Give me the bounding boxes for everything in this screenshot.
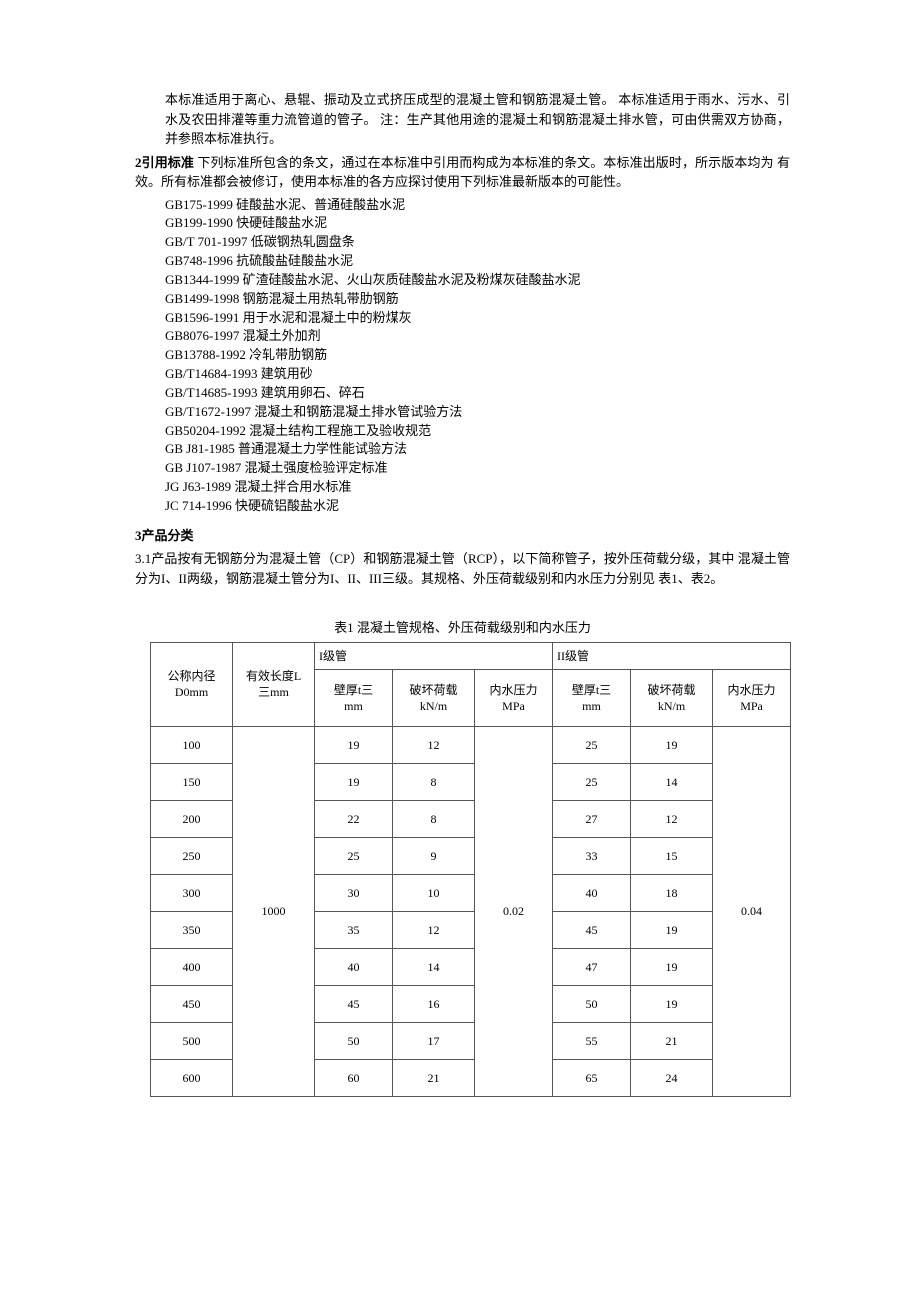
length-cell: 1000 [233, 726, 315, 1096]
standard-item: GB/T 701-1997 低碳钢热轧圆盘条 [165, 233, 790, 252]
section-2-text: 下列标准所包含的条文，通过在本标准中引用而构成为本标准的条文。本标准出版时，所示… [135, 155, 790, 190]
standard-item: GB748-1996 抗硫酸盐硅酸盐水泥 [165, 252, 790, 271]
col-wall-2: 壁厚t三 mm [553, 669, 631, 726]
group-2-head: II级管 [553, 642, 791, 669]
standard-item: JG J63-1989 混凝土拌合用水标准 [165, 478, 790, 497]
table-caption: 表1 混凝土管规格、外压荷载级别和内水压力 [135, 618, 790, 638]
spec-table: 公称内径 D0mm 有效长度L 三mm I级管 II级管 壁厚t三 mm 破坏荷… [150, 642, 791, 1097]
table-row: 100 1000 19 12 0.02 25 19 0.04 [151, 726, 791, 763]
standard-item: GB/T14684-1993 建筑用砂 [165, 365, 790, 384]
standard-item: GB1344-1999 矿渣硅酸盐水泥、火山灰质硅酸盐水泥及粉煤灰硅酸盐水泥 [165, 271, 790, 290]
col-press-1: 内水压力 MPa [475, 669, 553, 726]
standard-item: GB J81-1985 普通混凝土力学性能试验方法 [165, 440, 790, 459]
standard-item: GB1596-1991 用于水泥和混凝土中的粉煤灰 [165, 309, 790, 328]
pressure-2-cell: 0.04 [713, 726, 791, 1096]
group-1-head: I级管 [315, 642, 553, 669]
standard-item: GB199-1990 快硬硅酸盐水泥 [165, 214, 790, 233]
col-press-2: 内水压力 MPa [713, 669, 791, 726]
standard-item: GB13788-1992 冷轧带肋钢筋 [165, 346, 790, 365]
section-2: 2引用标准 下列标准所包含的条文，通过在本标准中引用而构成为本标准的条文。本标准… [135, 153, 790, 192]
section-3-text: 3.1产品按有无钢筋分为混凝土管（CP）和钢筋混凝土管（RCP），以下简称管子，… [135, 549, 790, 588]
section-2-title: 2引用标准 [135, 155, 194, 170]
standard-item: GB J107-1987 混凝土强度检验评定标准 [165, 459, 790, 478]
standard-item: JC 714-1996 快硬硫铝酸盐水泥 [165, 497, 790, 516]
standard-item: GB50204-1992 混凝土结构工程施工及验收规范 [165, 422, 790, 441]
standard-item: GB/T1672-1997 混凝土和钢筋混凝土排水管试验方法 [165, 403, 790, 422]
intro-paragraph: 本标准适用于离心、悬辊、振动及立式挤压成型的混凝土管和钢筋混凝土管。 本标准适用… [165, 90, 790, 149]
table-header-row: 公称内径 D0mm 有效长度L 三mm I级管 II级管 [151, 642, 791, 669]
col-wall-1: 壁厚t三 mm [315, 669, 393, 726]
col-diameter-head: 公称内径 D0mm [151, 642, 233, 726]
table-body: 100 1000 19 12 0.02 25 19 0.04 150 19 8 … [151, 726, 791, 1096]
standard-item: GB1499-1998 钢筋混凝土用热轧带肋钢筋 [165, 290, 790, 309]
col-load-2: 破坏荷载 kN/m [631, 669, 713, 726]
standards-list: GB175-1999 硅酸盐水泥、普通硅酸盐水泥 GB199-1990 快硬硅酸… [165, 196, 790, 516]
standard-item: GB175-1999 硅酸盐水泥、普通硅酸盐水泥 [165, 196, 790, 215]
pressure-1-cell: 0.02 [475, 726, 553, 1096]
col-load-1: 破坏荷载 kN/m [393, 669, 475, 726]
standard-item: GB/T14685-1993 建筑用卵石、碎石 [165, 384, 790, 403]
section-3-title: 3产品分类 [135, 528, 194, 543]
standard-item: GB8076-1997 混凝土外加剂 [165, 327, 790, 346]
col-length-head: 有效长度L 三mm [233, 642, 315, 726]
